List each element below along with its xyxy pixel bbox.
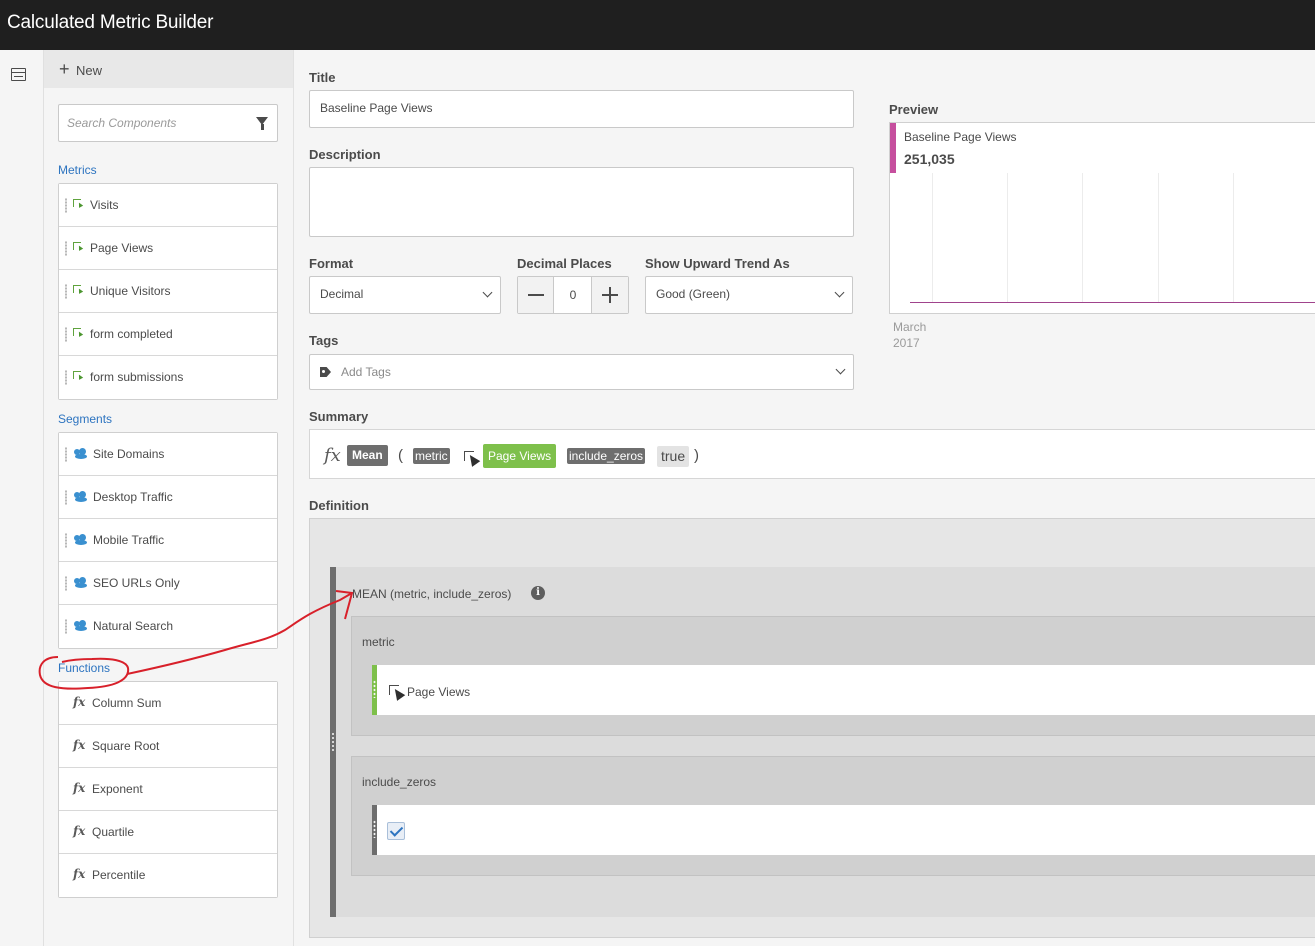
red-annotation-arrow (38, 590, 354, 690)
